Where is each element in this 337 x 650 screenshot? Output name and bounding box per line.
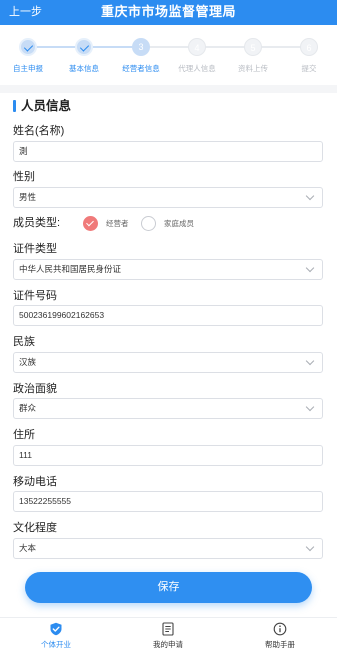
address-input[interactable]: 111 bbox=[13, 445, 323, 466]
member-type-label: 成员类型: bbox=[13, 217, 61, 229]
section-title: 人员信息 bbox=[13, 98, 71, 114]
address-label: 住所 bbox=[13, 429, 35, 441]
step-1-check-icon[interactable] bbox=[19, 38, 37, 56]
step-5-label: 资料上传 bbox=[238, 64, 268, 73]
step-6-circle[interactable]: 6 bbox=[300, 38, 318, 56]
section-divider bbox=[0, 85, 337, 93]
step-2-check-icon[interactable] bbox=[75, 38, 93, 56]
tab-help-manual-label: 帮助手册 bbox=[265, 640, 295, 649]
shield-check-icon bbox=[50, 622, 62, 636]
radio-family-member-label[interactable]: 家庭成员 bbox=[164, 219, 194, 229]
radio-operator-label[interactable]: 经营者 bbox=[106, 219, 129, 229]
step-2-label: 基本信息 bbox=[69, 64, 99, 73]
education-label: 文化程度 bbox=[13, 522, 57, 534]
tab-my-applications-label: 我的申请 bbox=[153, 640, 183, 649]
step-3-circle[interactable]: 3 bbox=[132, 38, 150, 56]
app-header: 上一步 重庆市市场监督管理局 bbox=[0, 0, 337, 25]
name-label: 姓名(名称) bbox=[13, 125, 65, 137]
phone-label: 移动电话 bbox=[13, 476, 57, 488]
step-5-circle[interactable]: 5 bbox=[244, 38, 262, 56]
chevron-down-icon bbox=[305, 191, 315, 201]
step-6-label: 提交 bbox=[301, 64, 317, 73]
chevron-down-icon bbox=[305, 402, 315, 412]
political-status-label: 政治面貌 bbox=[13, 383, 57, 395]
step-1-label: 自主申报 bbox=[13, 64, 43, 73]
ethnicity-label: 民族 bbox=[13, 336, 35, 348]
progress-stepper: 3 4 5 6 自主申报 基本信息 经营者信息 代理人信息 资料上传 提交 bbox=[0, 25, 337, 85]
radio-operator-checked-icon[interactable] bbox=[83, 216, 98, 231]
chevron-down-icon bbox=[305, 263, 315, 273]
tab-business-opening-label: 个体开业 bbox=[41, 640, 71, 649]
bottom-tab-bar: 个体开业 我的申请 帮助手册 bbox=[0, 617, 337, 650]
id-type-select[interactable]: 中华人民共和国居民身份证 bbox=[13, 259, 323, 280]
info-circle-icon bbox=[273, 622, 287, 636]
gender-select[interactable]: 男性 bbox=[13, 187, 323, 208]
step-4-circle[interactable]: 4 bbox=[188, 38, 206, 56]
tab-my-applications[interactable]: 我的申请 bbox=[128, 621, 208, 650]
save-button[interactable]: 保存 bbox=[25, 572, 312, 603]
id-type-label: 证件类型 bbox=[13, 243, 57, 255]
step-3-label: 经营者信息 bbox=[122, 64, 160, 73]
gender-label: 性别 bbox=[13, 171, 35, 183]
step-4-label: 代理人信息 bbox=[178, 64, 216, 73]
document-list-icon bbox=[162, 622, 174, 636]
id-number-label: 证件号码 bbox=[13, 290, 57, 302]
name-input[interactable]: 測 bbox=[13, 141, 323, 162]
id-number-input[interactable]: 500236199602162653 bbox=[13, 305, 323, 326]
page-title: 重庆市市场监督管理局 bbox=[100, 4, 236, 19]
tab-business-opening[interactable]: 个体开业 bbox=[16, 621, 96, 650]
phone-input[interactable]: 13522255555 bbox=[13, 491, 323, 512]
education-value: 大本 bbox=[19, 543, 37, 553]
education-select[interactable]: 大本 bbox=[13, 538, 323, 559]
ethnicity-select[interactable]: 汉族 bbox=[13, 352, 323, 373]
chevron-down-icon bbox=[305, 542, 315, 552]
tab-help-manual[interactable]: 帮助手册 bbox=[240, 621, 320, 650]
chevron-down-icon bbox=[305, 356, 315, 366]
radio-family-member[interactable] bbox=[141, 216, 156, 231]
political-status-select[interactable]: 群众 bbox=[13, 398, 323, 419]
gender-value: 男性 bbox=[19, 192, 37, 202]
political-status-value: 群众 bbox=[19, 403, 37, 413]
id-type-value: 中华人民共和国居民身份证 bbox=[19, 264, 122, 274]
ethnicity-value: 汉族 bbox=[19, 357, 37, 367]
